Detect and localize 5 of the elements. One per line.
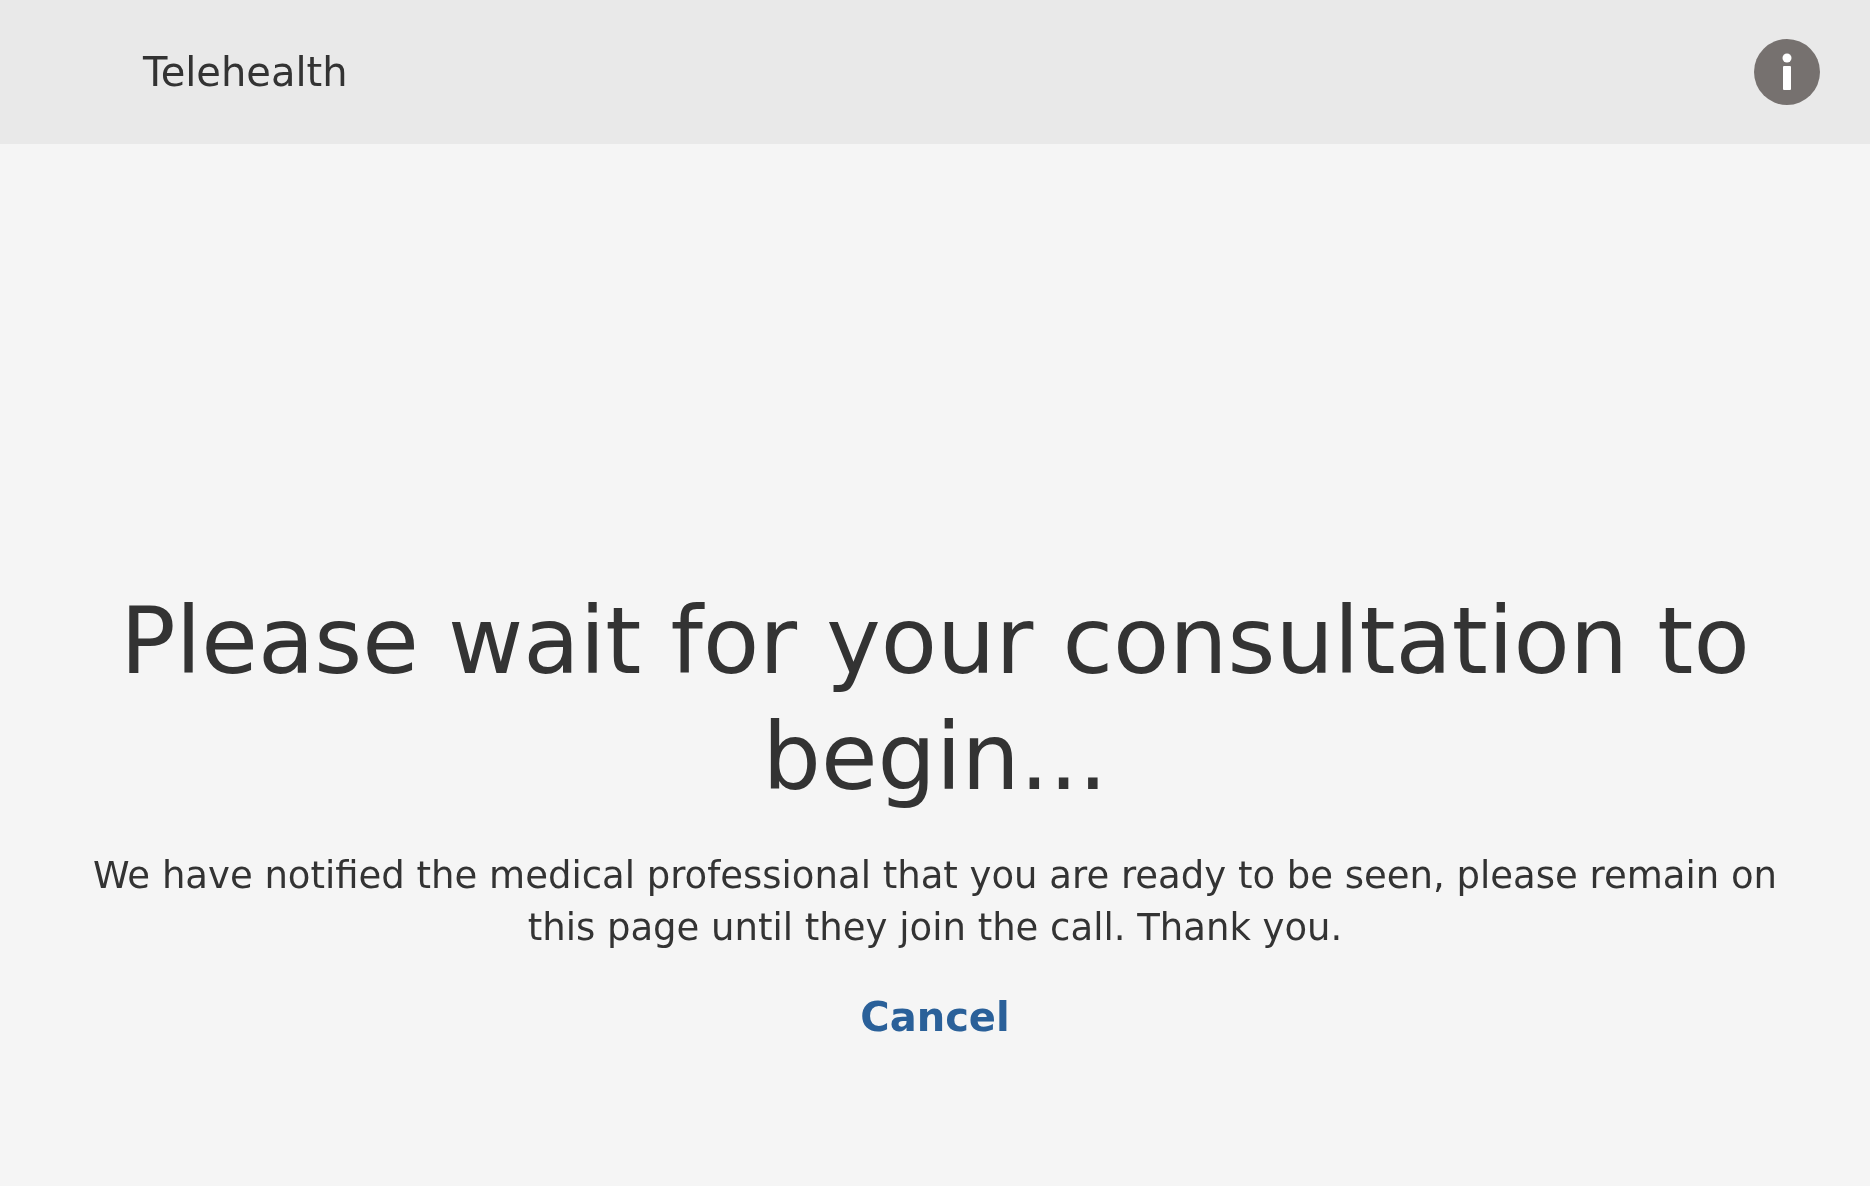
- app-title: Telehealth: [143, 49, 348, 95]
- info-icon[interactable]: [1754, 39, 1820, 105]
- waiting-message: We have notified the medical professional that you are ready to be seen, please remain on this page until they join the call. Thank you.: [91, 853, 1779, 951]
- cancel-link[interactable]: Cancel: [860, 994, 1010, 1040]
- waiting-heading: Please wait for your consultation to begin...: [119, 587, 1751, 813]
